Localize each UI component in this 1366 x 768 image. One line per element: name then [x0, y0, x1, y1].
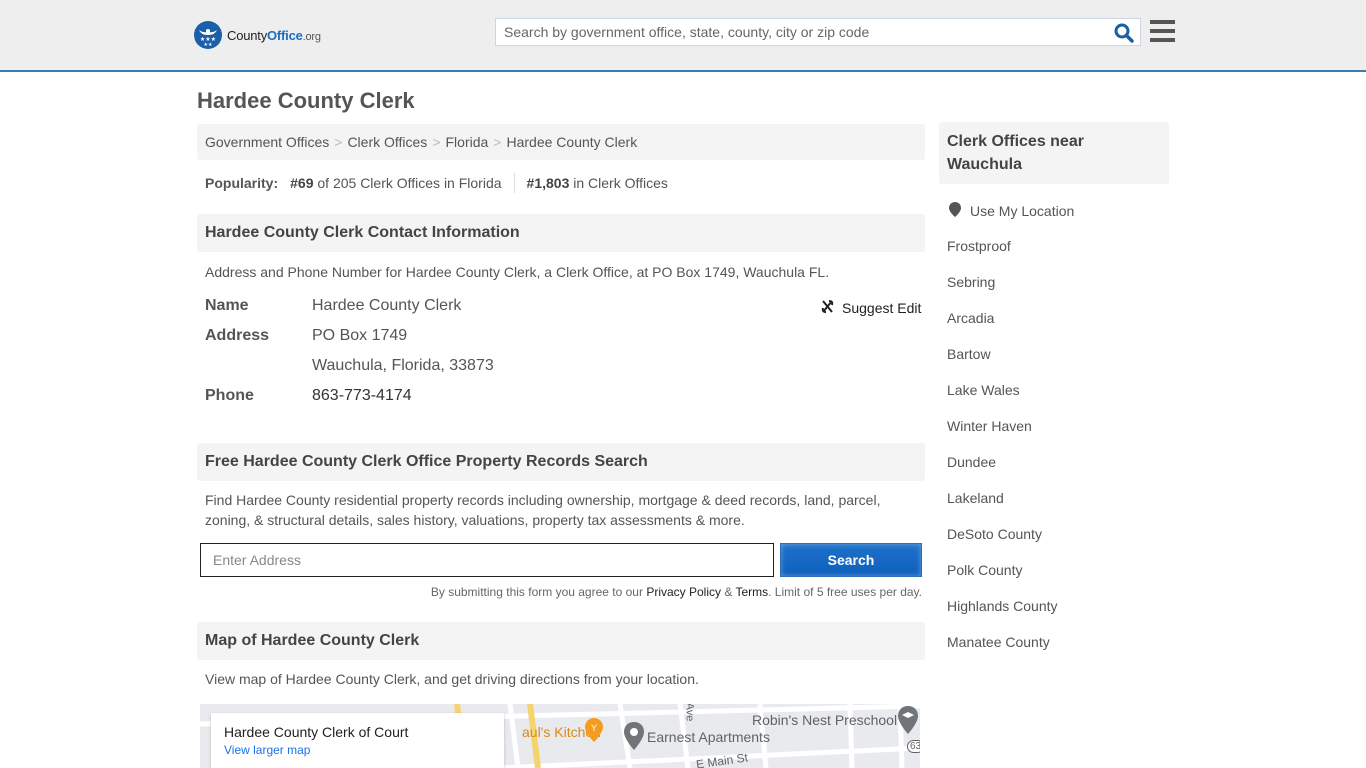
site-logo[interactable]: ★★★ ★★ CountyOffice.org	[194, 21, 321, 49]
breadcrumb-separator: >	[334, 134, 343, 150]
sidebar-link-arcadia[interactable]: Arcadia	[947, 310, 994, 326]
sidebar-link-winter-haven[interactable]: Winter Haven	[947, 418, 1032, 434]
sidebar-link-lakeland[interactable]: Lakeland	[947, 490, 1004, 506]
page-title: Hardee County Clerk	[197, 88, 415, 113]
sidebar-link-desoto-county[interactable]: DeSoto County	[947, 526, 1042, 542]
disclaimer-suffix: . Limit of 5 free uses per day.	[768, 585, 922, 599]
breadcrumb-current: Hardee County Clerk	[506, 134, 638, 150]
site-search-input[interactable]	[496, 19, 1096, 45]
map-description-suffix: .	[694, 671, 699, 687]
sidebar-link-sebring[interactable]: Sebring	[947, 274, 995, 290]
state-rank: #69	[290, 175, 314, 191]
route-shield: 63	[907, 740, 920, 753]
embedded-map[interactable]: aul's Kitchen Y Earnest Apartments Robin…	[200, 704, 920, 768]
form-disclaimer: By submitting this form you agree to our…	[205, 585, 922, 599]
sidebar-link-bartow[interactable]: Bartow	[947, 346, 991, 362]
map-description: View map of Hardee County Clerk, and get…	[205, 669, 699, 689]
terms-link[interactable]: Terms	[735, 585, 768, 599]
view-larger-map-link[interactable]: View larger map	[224, 743, 491, 757]
name-value: Hardee County Clerk	[312, 297, 462, 314]
breadcrumb-florida[interactable]: Florida	[446, 134, 489, 150]
sidebar-link-lake-wales[interactable]: Lake Wales	[947, 382, 1020, 398]
phone-row: Phone 863-773-4174	[205, 387, 412, 405]
breadcrumb-clerk-offices[interactable]: Clerk Offices	[347, 134, 427, 150]
address-label: Address	[205, 327, 270, 344]
sidebar-link-polk-county[interactable]: Polk County	[947, 562, 1022, 578]
privacy-policy-link[interactable]: Privacy Policy	[646, 585, 721, 599]
school-pin-icon	[898, 706, 918, 737]
phone-label: Phone	[205, 387, 254, 404]
map-place-title: Hardee County Clerk of Court	[224, 724, 409, 740]
sidebar-link-dundee[interactable]: Dundee	[947, 454, 996, 470]
address-line1: PO Box 1749	[312, 327, 408, 344]
driving-directions-link[interactable]: get driving directions from your locatio…	[451, 671, 695, 687]
use-my-location-link[interactable]: Use My Location	[970, 203, 1074, 219]
address-row: Address PO Box 1749	[205, 327, 407, 345]
empty-label	[205, 357, 312, 375]
eagle-logo-icon: ★★★ ★★	[194, 21, 222, 49]
search-icon[interactable]	[1114, 23, 1134, 43]
map-description-text: View map of Hardee County Clerk, and	[205, 671, 452, 687]
national-rank-text: in Clerk Offices	[573, 175, 668, 191]
property-search-button[interactable]: Search	[780, 543, 922, 577]
map-marker-icon	[949, 202, 961, 220]
popularity-stats: Popularity: #69 of 205 Clerk Offices in …	[205, 173, 668, 193]
state-rank-text: of 205 Clerk Offices in Florida	[317, 175, 502, 191]
sidebar-link-manatee-county[interactable]: Manatee County	[947, 634, 1050, 650]
map-label-ave: Ave	[683, 704, 696, 722]
hamburger-menu-icon[interactable]	[1150, 20, 1175, 42]
property-search-heading: Free Hardee County Clerk Office Property…	[197, 443, 925, 481]
address-row-2: Wauchula, Florida, 33873	[205, 357, 494, 375]
use-my-location: Use My Location	[949, 202, 1074, 220]
phone-link[interactable]: 863-773-4174	[312, 387, 412, 404]
name-row: Name Hardee County Clerk	[205, 297, 461, 315]
restaurant-pin-icon: Y	[585, 718, 603, 745]
contact-description: Address and Phone Number for Hardee Coun…	[205, 264, 830, 280]
sidebar-link-highlands-county[interactable]: Highlands County	[947, 598, 1058, 614]
breadcrumb: Government Offices > Clerk Offices > Florida…	[197, 124, 925, 160]
suggest-edit-link[interactable]: Suggest Edit	[842, 300, 921, 316]
breadcrumb-separator: >	[432, 134, 441, 150]
logo-text: CountyOffice.org	[227, 27, 321, 43]
address-input[interactable]	[200, 543, 774, 577]
address-line2: Wauchula, Florida, 33873	[312, 357, 494, 374]
sidebar-heading: Clerk Offices near Wauchula	[939, 122, 1169, 184]
property-description: Find Hardee County residential property …	[205, 492, 881, 528]
map-heading: Map of Hardee County Clerk	[197, 622, 925, 660]
breadcrumb-separator: >	[493, 134, 502, 150]
disclaimer-text: By submitting this form you agree to our	[430, 585, 647, 599]
national-rank: #1,803	[526, 175, 570, 191]
site-search	[495, 18, 1141, 46]
popularity-label: Popularity:	[205, 175, 279, 191]
map-label-apartments: Earnest Apartments	[647, 729, 770, 745]
map-label-preschool: Robin's Nest Preschool	[752, 712, 898, 728]
location-pin-icon	[624, 722, 644, 753]
name-label: Name	[205, 297, 249, 314]
svg-text:★★: ★★	[204, 42, 213, 48]
svg-text:Y: Y	[591, 723, 597, 733]
divider	[513, 173, 515, 193]
map-info-card: Hardee County Clerk of Court View larger…	[211, 713, 504, 768]
sidebar-link-frostproof[interactable]: Frostproof	[947, 238, 1011, 254]
suggest-edit: Suggest Edit	[820, 299, 921, 317]
site-header: ★★★ ★★ CountyOffice.org	[0, 0, 1366, 72]
edit-icon	[820, 299, 835, 317]
contact-heading: Hardee County Clerk Contact Information	[197, 214, 925, 252]
disclaimer-amp: &	[721, 585, 736, 599]
breadcrumb-government-offices[interactable]: Government Offices	[205, 134, 329, 150]
